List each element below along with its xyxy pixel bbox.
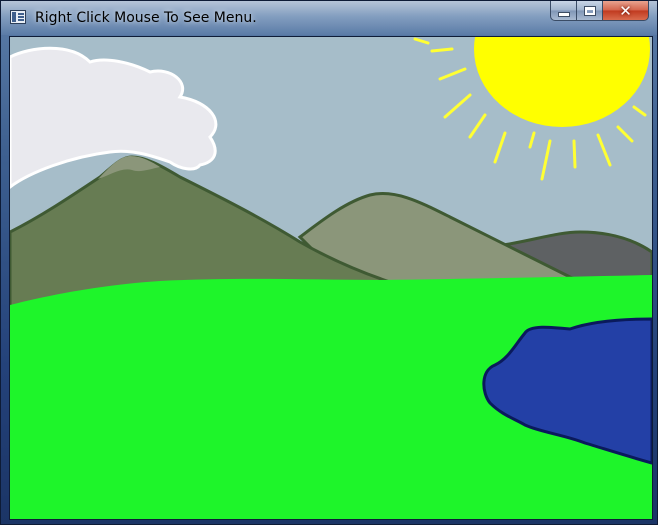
maximize-button[interactable]	[576, 1, 602, 21]
caption-buttons: ✕	[550, 1, 649, 22]
window-title: Right Click Mouse To See Menu.	[35, 10, 257, 26]
app-window-icon[interactable]	[10, 10, 26, 24]
maximize-icon	[583, 5, 596, 16]
close-icon: ✕	[619, 1, 632, 20]
landscape-drawing	[10, 37, 652, 519]
title-bar[interactable]: Right Click Mouse To See Menu. ✕	[1, 1, 657, 35]
drawing-canvas[interactable]	[9, 36, 653, 520]
app-window: Right Click Mouse To See Menu. ✕	[0, 0, 658, 525]
minimize-icon	[557, 11, 570, 17]
close-button[interactable]: ✕	[602, 1, 649, 21]
minimize-button[interactable]	[550, 1, 576, 21]
